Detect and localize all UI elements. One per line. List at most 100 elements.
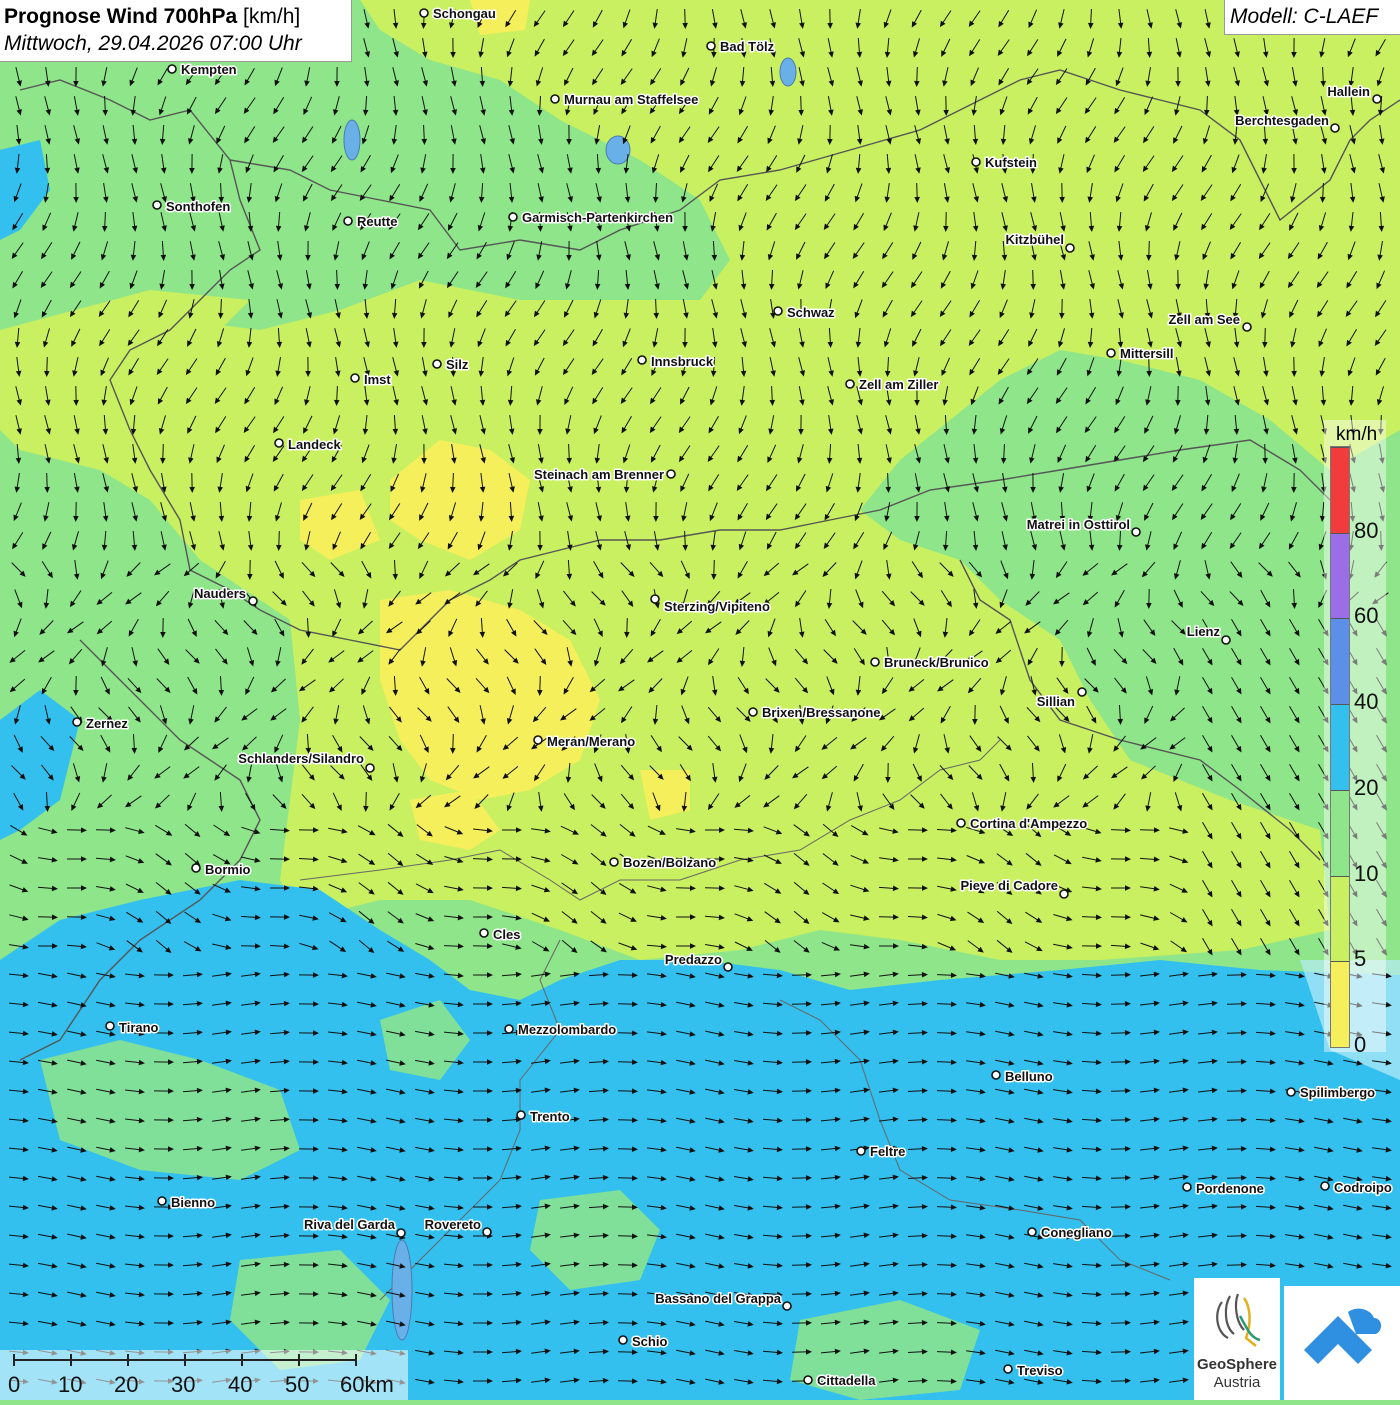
city-label: Steinach am Brenner [534, 467, 664, 482]
legend-color-0 [1331, 961, 1349, 1047]
city-marker [433, 360, 441, 368]
forecast-datetime: Mittwoch, 29.04.2026 07:00 Uhr [4, 30, 351, 58]
city-label: Schongau [433, 6, 496, 21]
city-label: Trento [530, 1109, 570, 1124]
city-label: Conegliano [1041, 1225, 1112, 1240]
scale-label: 50 [285, 1372, 309, 1398]
city-marker [749, 708, 757, 716]
city-label: Bruneck/Brunico [884, 655, 989, 670]
model-label: Modell: C-LAEF [1224, 0, 1400, 35]
lake [344, 120, 360, 160]
city-marker [1321, 1182, 1329, 1190]
city-label: Innsbruck [651, 354, 714, 369]
city-marker [483, 1228, 491, 1236]
city-label: Schlanders/Silandro [238, 751, 364, 766]
city-marker [1183, 1183, 1191, 1191]
legend-tick-label: 5 [1354, 946, 1366, 972]
city-label: Meran/Merano [547, 734, 635, 749]
city-marker [192, 864, 200, 872]
scale-label: 0 [8, 1372, 20, 1398]
city-label: Reutte [357, 214, 397, 229]
city-marker [972, 158, 980, 166]
city-marker [1060, 890, 1068, 898]
lake [780, 58, 796, 86]
city-label: Zell am See [1168, 312, 1240, 327]
city-marker [610, 858, 618, 866]
city-marker [420, 9, 428, 17]
city-label: Brixen/Bressanone [762, 705, 881, 720]
city-label: Imst [364, 372, 391, 387]
city-label: Landeck [288, 437, 342, 452]
color-legend: km/h 051020406080 [1324, 420, 1386, 1052]
city-marker [992, 1071, 1000, 1079]
legend-bar [1330, 446, 1350, 1048]
city-label: Belluno [1005, 1069, 1053, 1084]
city-label: Bormio [205, 862, 251, 877]
legend-color-4 [1331, 618, 1349, 704]
city-marker [366, 764, 374, 772]
app-logo [1284, 1286, 1400, 1400]
city-marker [638, 356, 646, 364]
city-label: Lienz [1187, 624, 1221, 639]
city-label: Cittadella [817, 1373, 876, 1388]
legend-color-2 [1331, 790, 1349, 876]
geosphere-logo: GeoSphere Austria [1194, 1278, 1280, 1400]
city-marker [73, 718, 81, 726]
city-label: Sillian [1037, 694, 1075, 709]
city-marker [1004, 1365, 1012, 1373]
city-label: Garmisch-Partenkirchen [522, 210, 673, 225]
city-marker [783, 1302, 791, 1310]
city-marker [1222, 636, 1230, 644]
city-label: Riva del Garda [304, 1217, 396, 1232]
city-label: Kufstein [985, 155, 1037, 170]
city-label: Kitzbühel [1006, 232, 1065, 247]
city-label: Codroipo [1334, 1180, 1392, 1195]
legend-tick-label: 60 [1354, 603, 1378, 629]
city-label: Feltre [870, 1144, 905, 1159]
city-marker [344, 217, 352, 225]
scale-label: 10 [58, 1372, 82, 1398]
city-label: Sterzing/Vipiteno [664, 599, 770, 614]
city-marker [707, 42, 715, 50]
app-logo-icon [1284, 1286, 1400, 1400]
city-marker [1028, 1228, 1036, 1236]
city-label: Treviso [1017, 1363, 1063, 1378]
city-label: Bad Tölz [720, 39, 775, 54]
city-marker [397, 1229, 405, 1237]
city-marker [774, 307, 782, 315]
city-marker [551, 95, 559, 103]
legend-tick-label: 10 [1354, 861, 1378, 887]
city-marker [249, 597, 257, 605]
city-label: Silz [446, 357, 469, 372]
legend-tick-label: 40 [1354, 689, 1378, 715]
logo-line2: Austria [1194, 1374, 1280, 1391]
city-marker [1331, 124, 1339, 132]
city-marker [505, 1025, 513, 1033]
city-marker [871, 658, 879, 666]
city-label: Hallein [1327, 84, 1370, 99]
city-marker [1132, 528, 1140, 536]
city-marker [168, 65, 176, 73]
legend-color-1 [1331, 876, 1349, 962]
city-marker [1373, 95, 1381, 103]
legend-tick-label: 0 [1354, 1032, 1366, 1058]
city-label: Cortina d'Ampezzo [970, 816, 1087, 831]
logo-line1: GeoSphere [1194, 1356, 1280, 1373]
scale-bar: 0102030405060km [0, 1350, 408, 1400]
scale-label: 60km [340, 1372, 394, 1398]
legend-unit: km/h [1336, 424, 1377, 446]
city-marker [804, 1376, 812, 1384]
city-marker [480, 929, 488, 937]
city-label: Spilimbergo [1300, 1085, 1375, 1100]
city-label: Bienno [171, 1195, 215, 1210]
city-marker [1243, 323, 1251, 331]
city-label: Nauders [194, 586, 246, 601]
geosphere-logo-icon [1194, 1282, 1280, 1358]
city-marker [1066, 244, 1074, 252]
city-marker [651, 595, 659, 603]
city-marker [1107, 349, 1115, 357]
city-marker [517, 1111, 525, 1119]
city-marker [857, 1147, 865, 1155]
city-marker [1078, 688, 1086, 696]
city-label: Berchtesgaden [1235, 113, 1329, 128]
